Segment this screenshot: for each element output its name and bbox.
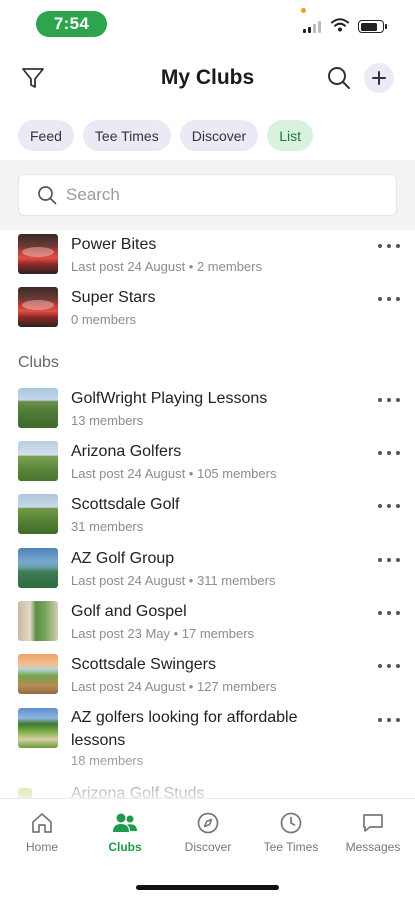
list-item[interactable]: GolfWright Playing Lessons 13 members [0,386,415,436]
more-options-icon[interactable] [378,448,400,458]
search-field-icon [38,186,57,205]
search-box[interactable] [18,174,397,216]
section-label-clubs: Clubs [18,354,59,371]
add-club-button[interactable] [364,63,394,93]
compass-icon [197,812,219,834]
tab-label: Home [25,840,58,854]
more-options-icon[interactable] [378,555,400,565]
tab-tee-times[interactable]: Tee Times [251,811,331,854]
more-options-icon[interactable] [378,241,400,251]
tab-discover[interactable]: Discover [168,811,248,854]
plus-icon [372,71,386,85]
club-thumbnail [18,441,58,481]
tab-home[interactable]: Home [2,811,82,854]
club-thumbnail [18,601,58,641]
club-title: AZ Golf Group [71,550,175,567]
tab-clubs[interactable]: Clubs [85,811,165,854]
club-title: Golf and Gospel [71,603,187,620]
more-options-icon[interactable] [378,294,400,304]
status-bar: 7:54 [0,0,415,48]
privacy-indicator-dot [301,8,306,13]
list-item[interactable]: Scottsdale Golf 31 members [0,492,415,542]
status-time: 7:54 [36,11,107,37]
more-options-icon[interactable] [378,501,400,511]
club-title: Super Stars [71,289,156,306]
club-subtitle: Last post 24 August • 2 members [71,259,262,274]
tab-messages[interactable]: Messages [333,811,413,854]
club-list: Power Bites Last post 24 August • 2 memb… [0,230,415,798]
club-thumbnail [18,287,58,327]
chip-list[interactable]: List [267,120,313,151]
home-indicator [136,885,279,890]
club-thumbnail [18,494,58,534]
message-icon [363,814,383,832]
club-title: GolfWright Playing Lessons [71,390,268,407]
list-item[interactable]: Golf and Gospel Last post 23 May • 17 me… [0,599,415,649]
chip-tee-times[interactable]: Tee Times [82,120,171,151]
chip-feed[interactable]: Feed [18,120,74,151]
club-thumbnail [18,654,58,694]
club-title: AZ golfers looking for affordable lesson… [71,709,298,749]
page-title: My Clubs [160,66,255,89]
club-subtitle: Last post 24 August • 105 members [71,466,277,481]
more-options-icon[interactable] [378,661,400,671]
list-item[interactable]: Power Bites Last post 24 August • 2 memb… [0,232,415,282]
club-subtitle: 13 members [71,413,144,428]
club-thumbnail [18,708,58,748]
club-subtitle: 31 members [71,519,144,534]
club-subtitle: 18 members [71,753,144,768]
club-thumbnail [18,388,58,428]
club-title: Power Bites [71,236,157,253]
club-subtitle: Last post 24 August • 127 members [71,679,277,694]
clubs-icon [113,813,137,832]
tab-label: Tee Times [263,840,319,854]
tab-label: Clubs [108,840,142,854]
search-input[interactable] [66,185,366,205]
club-title: Arizona Golfers [71,443,182,460]
home-icon [32,813,52,833]
club-thumbnail [18,548,58,588]
club-title: Scottsdale Swingers [71,656,216,673]
list-item[interactable]: Arizona Golfers Last post 24 August • 10… [0,439,415,489]
club-title: Scottsdale Golf [71,496,180,513]
battery-icon [358,20,387,33]
cellular-signal-icon [303,20,321,33]
tab-label: Discover [184,840,232,854]
more-options-icon[interactable] [378,715,400,725]
club-thumbnail [18,788,32,798]
wifi-icon [331,18,349,32]
list-item[interactable]: Super Stars 0 members [0,285,415,335]
view-chips: Feed Tee Times Discover List [18,120,313,151]
bottom-tab-bar: Home Clubs Discover Tee Times Messages [0,798,415,900]
club-subtitle: Last post 23 May • 17 members [71,626,255,641]
more-options-icon[interactable] [378,395,400,405]
club-title: Arizona Golf Studs [71,785,205,798]
chip-discover[interactable]: Discover [179,120,259,151]
search-area [0,160,415,230]
tab-label: Messages [345,840,401,854]
club-subtitle: Last post 24 August • 311 members [71,573,276,588]
club-subtitle: 0 members [71,312,137,327]
header: My Clubs [0,56,415,100]
list-item[interactable]: AZ Golf Group Last post 24 August • 311 … [0,546,415,596]
list-item[interactable]: Scottsdale Swingers Last post 24 August … [0,652,415,702]
more-options-icon[interactable] [378,608,400,618]
clock-icon [280,812,302,834]
search-icon[interactable] [326,65,352,91]
list-item[interactable]: Arizona Golf Studs [0,782,415,798]
list-item[interactable]: AZ golfers looking for affordable lesson… [0,706,415,776]
club-thumbnail [18,234,58,274]
